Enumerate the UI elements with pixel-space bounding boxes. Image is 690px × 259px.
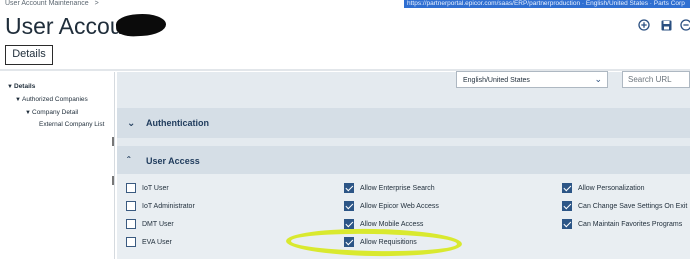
checkbox-box[interactable] [126,237,136,247]
breadcrumb-link[interactable]: User Account Maintenance [5,0,89,7]
checkbox-label: EVA User [142,238,172,246]
checkbox-label: Allow Personalization [578,184,645,192]
language-select[interactable]: English/United States ⌄ [456,71,608,88]
tree-item-company-detail[interactable]: ▼Company Detail [25,109,78,116]
tab-details[interactable]: Details [5,45,53,65]
checkbox-box[interactable] [562,201,572,211]
url-bar[interactable]: https://partnerportal.epicor.com/saas/ER… [404,0,690,8]
checkbox-label: Allow Enterprise Search [360,184,435,192]
checkbox-box[interactable] [344,183,354,193]
search-url-input[interactable] [628,75,688,84]
section-authentication[interactable]: ⌄ Authentication [117,108,690,138]
tree-item-details[interactable]: ▼Details [7,83,35,90]
checkbox-box[interactable] [562,183,572,193]
checkbox-allow-personalization[interactable]: Allow Personalization [562,183,645,193]
checkbox-eva-user[interactable]: EVA User [126,237,172,247]
checkbox-label: Allow Epicor Web Access [360,202,439,210]
checkbox-label: IoT User [142,184,169,192]
checkbox-box[interactable] [562,219,572,229]
add-icon[interactable] [637,18,651,32]
delete-icon[interactable] [679,18,690,32]
chevron-down-icon[interactable]: ⌄ [127,118,139,129]
splitter-handle[interactable] [112,176,114,185]
chevron-down-icon: ⌄ [594,74,602,84]
checkbox-box[interactable] [344,219,354,229]
checkbox-can-maintain-favorites[interactable]: Can Maintain Favorites Programs [562,219,682,229]
checkbox-label: IoT Administrator [142,202,195,210]
checkbox-can-change-save-settings[interactable]: Can Change Save Settings On Exit [562,201,687,211]
checkbox-box[interactable] [126,219,136,229]
chevron-down-icon[interactable]: ▼ [25,110,32,116]
save-icon[interactable] [659,18,673,32]
checkbox-box[interactable] [126,183,136,193]
checkbox-allow-enterprise-search[interactable]: Allow Enterprise Search [344,183,435,193]
checkbox-box[interactable] [126,201,136,211]
checkbox-iot-user[interactable]: IoT User [126,183,169,193]
checkbox-label: Can Change Save Settings On Exit [578,202,688,210]
checkbox-dmt-user[interactable]: DMT User [126,219,174,229]
checkbox-label: Allow Mobile Access [360,220,424,228]
redaction-mark [115,12,167,38]
chevron-down-icon[interactable]: ▼ [7,84,14,90]
splitter-handle[interactable] [112,137,114,146]
language-value: English/United States [463,77,530,84]
section-user-access-label: User Access [146,156,200,166]
checkbox-box[interactable] [344,201,354,211]
section-authentication-label: Authentication [146,118,209,128]
tree-item-external-company-list[interactable]: External Company List [39,121,104,128]
breadcrumb: User Account Maintenance > [5,0,99,7]
chevron-down-icon[interactable]: ▼ [15,97,22,103]
section-user-access[interactable]: ˆ User Access [117,146,690,176]
search-url-field[interactable] [622,71,690,88]
chevron-up-icon[interactable]: ˆ [127,156,139,167]
navigation-tree: ▼Details ▼Authorized Companies ▼Company … [5,72,115,259]
checkbox-allow-mobile-access[interactable]: Allow Mobile Access [344,219,423,229]
breadcrumb-separator: > [94,0,99,7]
checkbox-label: Can Maintain Favorites Programs [578,220,683,228]
tree-item-authorized-companies[interactable]: ▼Authorized Companies [15,96,88,103]
checkbox-iot-administrator[interactable]: IoT Administrator [126,201,195,211]
checkbox-allow-epicor-web-access[interactable]: Allow Epicor Web Access [344,201,439,211]
checkbox-label: DMT User [142,220,174,228]
